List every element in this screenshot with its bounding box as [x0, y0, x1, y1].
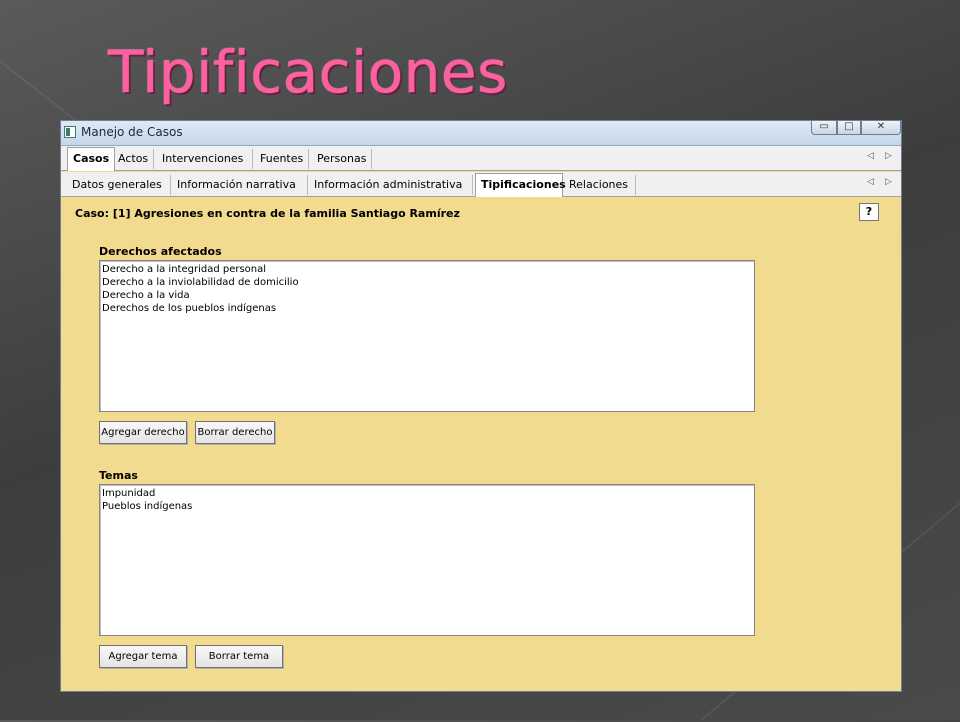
tab-informacion-narrativa[interactable]: Información narrativa [172, 175, 308, 195]
tab-datos-generales[interactable]: Datos generales [67, 175, 171, 195]
tipificaciones-panel: Caso: [1] Agresiones en contra de la fam… [61, 197, 901, 691]
rights-listbox[interactable]: Derecho a la integridad personal Derecho… [99, 260, 755, 412]
list-item[interactable]: Derechos de los pueblos indígenas [102, 302, 752, 315]
subtab-scroll-right-icon[interactable]: ▷ [885, 177, 892, 187]
tab-scroll-right-icon[interactable]: ▷ [885, 151, 892, 161]
tab-informacion-administrativa[interactable]: Información administrativa [309, 175, 473, 195]
tab-fuentes[interactable]: Fuentes [255, 149, 310, 169]
tab-casos[interactable]: Casos [67, 147, 116, 171]
add-theme-button[interactable]: Agregar tema [99, 645, 187, 668]
case-title: Caso: [1] Agresiones en contra de la fam… [75, 207, 460, 220]
tab-intervenciones[interactable]: Intervenciones [157, 149, 253, 169]
window-title: Manejo de Casos [81, 125, 183, 139]
list-item[interactable]: Derecho a la integridad personal [102, 263, 752, 276]
help-button[interactable]: ? [859, 203, 879, 221]
delete-theme-button[interactable]: Borrar tema [195, 645, 283, 668]
main-tab-bar: Casos Actos Intervenciones Fuentes Perso… [61, 146, 901, 171]
tab-scroll-left-icon[interactable]: ◁ [867, 151, 874, 161]
maximize-button[interactable]: □ [837, 121, 861, 135]
add-right-button[interactable]: Agregar derecho [99, 421, 187, 444]
window-titlebar[interactable]: Manejo de Casos ▭ □ ✕ [61, 121, 901, 146]
list-item[interactable]: Impunidad [102, 487, 752, 500]
delete-right-button[interactable]: Borrar derecho [195, 421, 275, 444]
tab-personas[interactable]: Personas [312, 149, 373, 169]
close-button[interactable]: ✕ [861, 121, 901, 135]
rights-heading: Derechos afectados [99, 245, 222, 258]
app-window: Manejo de Casos ▭ □ ✕ Casos Actos Interv… [60, 120, 902, 692]
themes-heading: Temas [99, 469, 138, 482]
tab-relaciones[interactable]: Relaciones [564, 175, 636, 195]
minimize-button[interactable]: ▭ [811, 121, 837, 135]
list-item[interactable]: Derecho a la inviolabilidad de domicilio [102, 276, 752, 289]
tab-tipificaciones[interactable]: Tipificaciones [475, 173, 566, 197]
list-item[interactable]: Derecho a la vida [102, 289, 752, 302]
slide-title: Tipificaciones [108, 38, 508, 106]
sub-tab-bar: Datos generales Información narrativa In… [61, 172, 901, 197]
themes-listbox[interactable]: Impunidad Pueblos indígenas [99, 484, 755, 636]
list-item[interactable]: Pueblos indígenas [102, 500, 752, 513]
tab-actos[interactable]: Actos [113, 149, 155, 169]
subtab-scroll-left-icon[interactable]: ◁ [867, 177, 874, 187]
app-icon [64, 126, 76, 138]
